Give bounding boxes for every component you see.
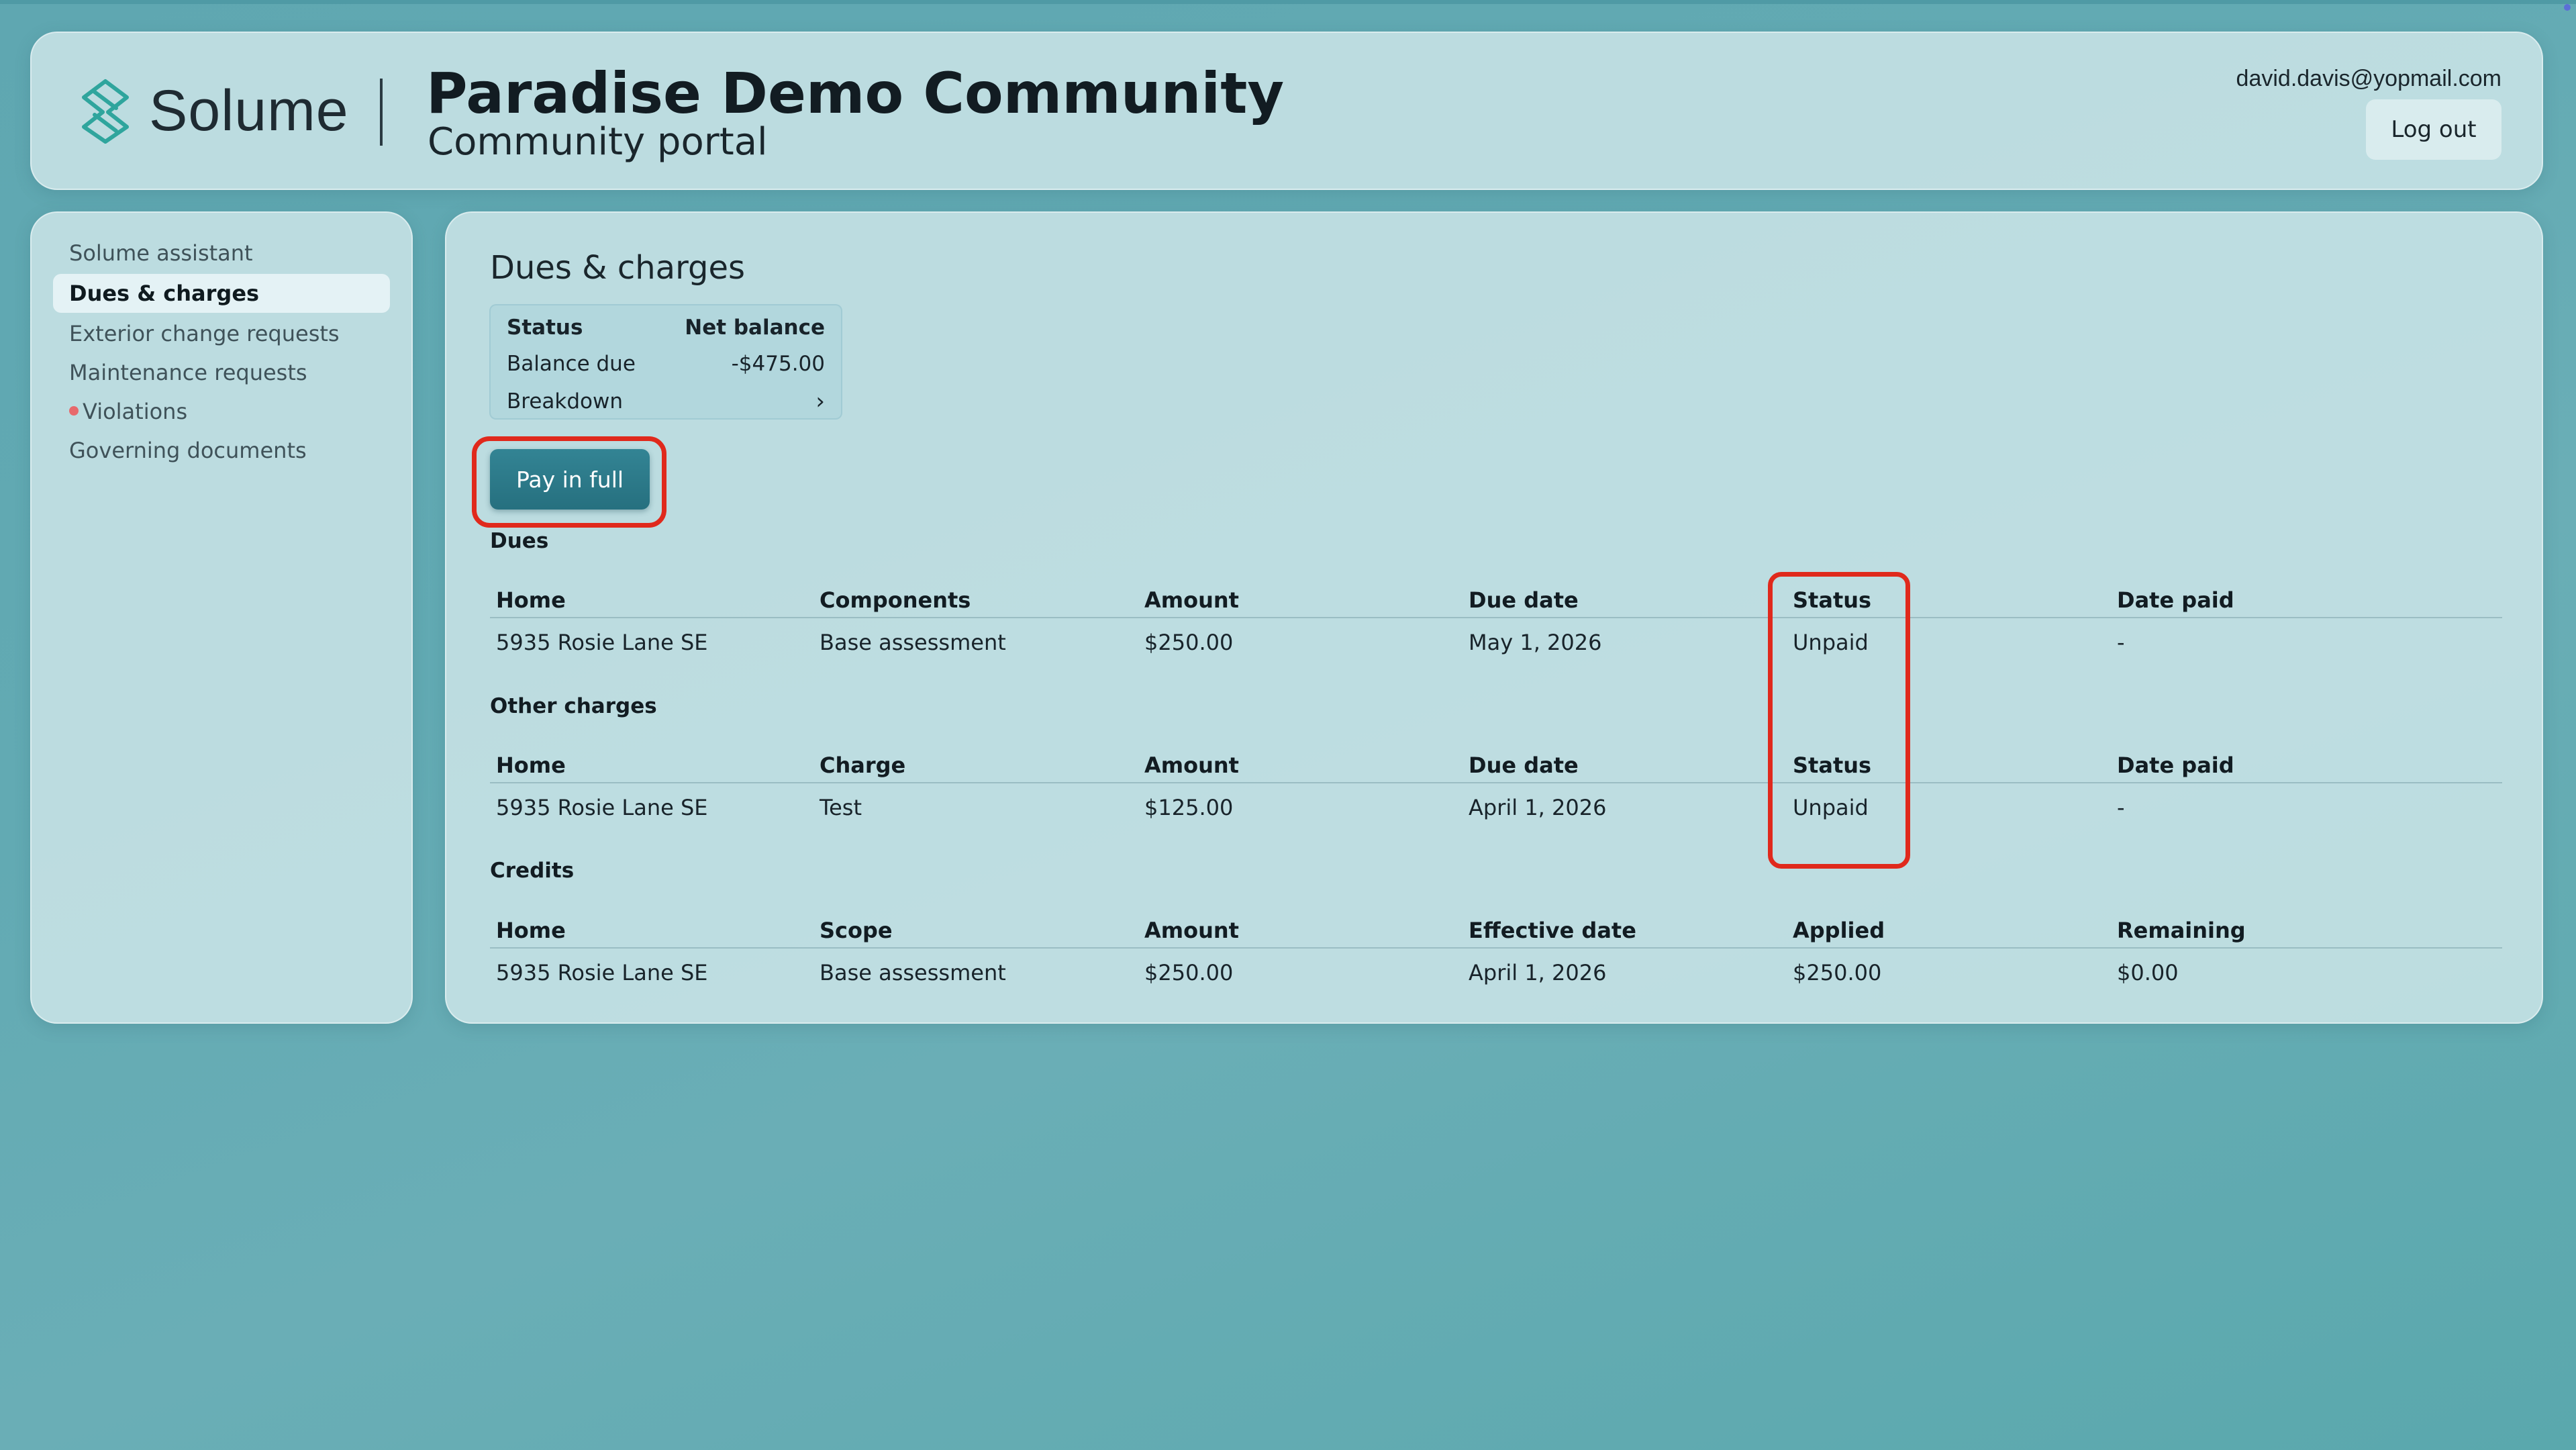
sidebar-item-label: Dues & charges [69,281,260,306]
table-cell-date-paid: - [2117,795,2125,820]
portal-label: Community portal [428,120,768,164]
sidebar-item-label: Exterior change requests [69,321,340,346]
table-cell-date-paid: - [2117,630,2125,655]
column-header: Date paid [2117,753,2234,778]
balance-due-row: Balance due -$475.00 [507,347,825,381]
chevron-right-icon: › [815,388,825,415]
page-title: Dues & charges [490,249,745,287]
column-header: Charge [820,753,906,778]
column-header: Components [820,587,971,613]
table-cell-home: 5935 Rosie Lane SE [496,960,708,985]
net-balance-label: Net balance [685,316,825,340]
sidebar-item-label: Governing documents [69,438,307,463]
table-row: 5935 Rosie Lane SE Test $125.00 April 1,… [490,791,2502,824]
column-header: Amount [1144,918,1239,943]
table-cell-effective-date: April 1, 2026 [1469,960,1607,985]
table-cell-amount: $250.00 [1144,630,1234,655]
table-cell-due-date: April 1, 2026 [1469,795,1607,820]
column-header: Home [496,587,566,613]
credits-table-header: Home Scope Amount Effective date Applied… [490,914,2502,949]
column-header: Due date [1469,587,1579,613]
brand-name: Solume [149,79,349,143]
sidebar-item-maintenance-requests[interactable]: Maintenance requests [53,353,390,392]
column-header: Home [496,918,566,943]
table-cell-components: Base assessment [820,630,1006,655]
table-cell-due-date: May 1, 2026 [1469,630,1602,655]
column-header: Date paid [2117,587,2234,613]
window-top-strip [0,0,2576,4]
corner-indicator-dot [2564,4,2571,11]
column-header: Applied [1793,918,1885,943]
sidebar-item-violations[interactable]: Violations [53,392,390,431]
logo-divider [380,79,383,146]
column-header: Due date [1469,753,1579,778]
table-cell-applied: $250.00 [1793,960,1882,985]
table-cell-scope: Base assessment [820,960,1006,985]
header-bar: Solume Paradise Demo Community Community… [30,32,2543,190]
column-header: Scope [820,918,893,943]
balance-due-label: Balance due [507,352,636,376]
sidebar-item-label: Maintenance requests [69,360,307,385]
column-header: Amount [1144,587,1239,613]
pay-in-full-button[interactable]: Pay in full [490,449,650,510]
column-header: Home [496,753,566,778]
status-column-highlight-box [1768,572,1910,869]
community-name: Paradise Demo Community [426,60,1285,126]
table-cell-charge: Test [820,795,862,820]
sidebar-item-governing-documents[interactable]: Governing documents [53,431,390,470]
other-charges-table-header: Home Charge Amount Due date Status Date … [490,748,2502,783]
breakdown-label: Breakdown [507,389,623,414]
sidebar-item-dues-charges[interactable]: Dues & charges [53,274,390,313]
logout-button[interactable]: Log out [2366,99,2501,160]
column-header: Effective date [1469,918,1636,943]
column-header: Remaining [2117,918,2246,943]
solume-logo-icon [82,79,129,144]
breakdown-toggle[interactable]: Breakdown › [507,385,825,418]
dues-charges-panel: Dues & charges Status Net balance Balanc… [445,211,2543,1024]
balance-header-row: Status Net balance [507,311,825,344]
sidebar-item-label: Solume assistant [69,240,253,266]
sidebar-item-solume-assistant[interactable]: Solume assistant [53,234,390,273]
table-cell-amount: $125.00 [1144,795,1234,820]
balance-due-value: -$475.00 [731,352,825,376]
table-cell-remaining: $0.00 [2117,960,2179,985]
alert-dot-icon [69,406,79,416]
balance-summary-card: Status Net balance Balance due -$475.00 … [489,304,842,420]
table-cell-home: 5935 Rosie Lane SE [496,795,708,820]
sidebar-nav: Solume assistant Dues & charges Exterior… [30,211,413,1024]
credits-section-title: Credits [490,859,575,883]
sidebar-item-exterior-change-requests[interactable]: Exterior change requests [53,314,390,353]
table-cell-home: 5935 Rosie Lane SE [496,630,708,655]
status-label: Status [507,316,583,340]
sidebar-item-label: Violations [83,399,188,424]
table-cell-amount: $250.00 [1144,960,1234,985]
user-email: david.davis@yopmail.com [2236,66,2501,91]
dues-section-title: Dues [490,529,549,553]
table-row: 5935 Rosie Lane SE Base assessment $250.… [490,956,2502,989]
other-charges-section-title: Other charges [490,694,657,718]
dues-table-header: Home Components Amount Due date Status D… [490,583,2502,618]
table-row: 5935 Rosie Lane SE Base assessment $250.… [490,626,2502,659]
column-header: Amount [1144,753,1239,778]
